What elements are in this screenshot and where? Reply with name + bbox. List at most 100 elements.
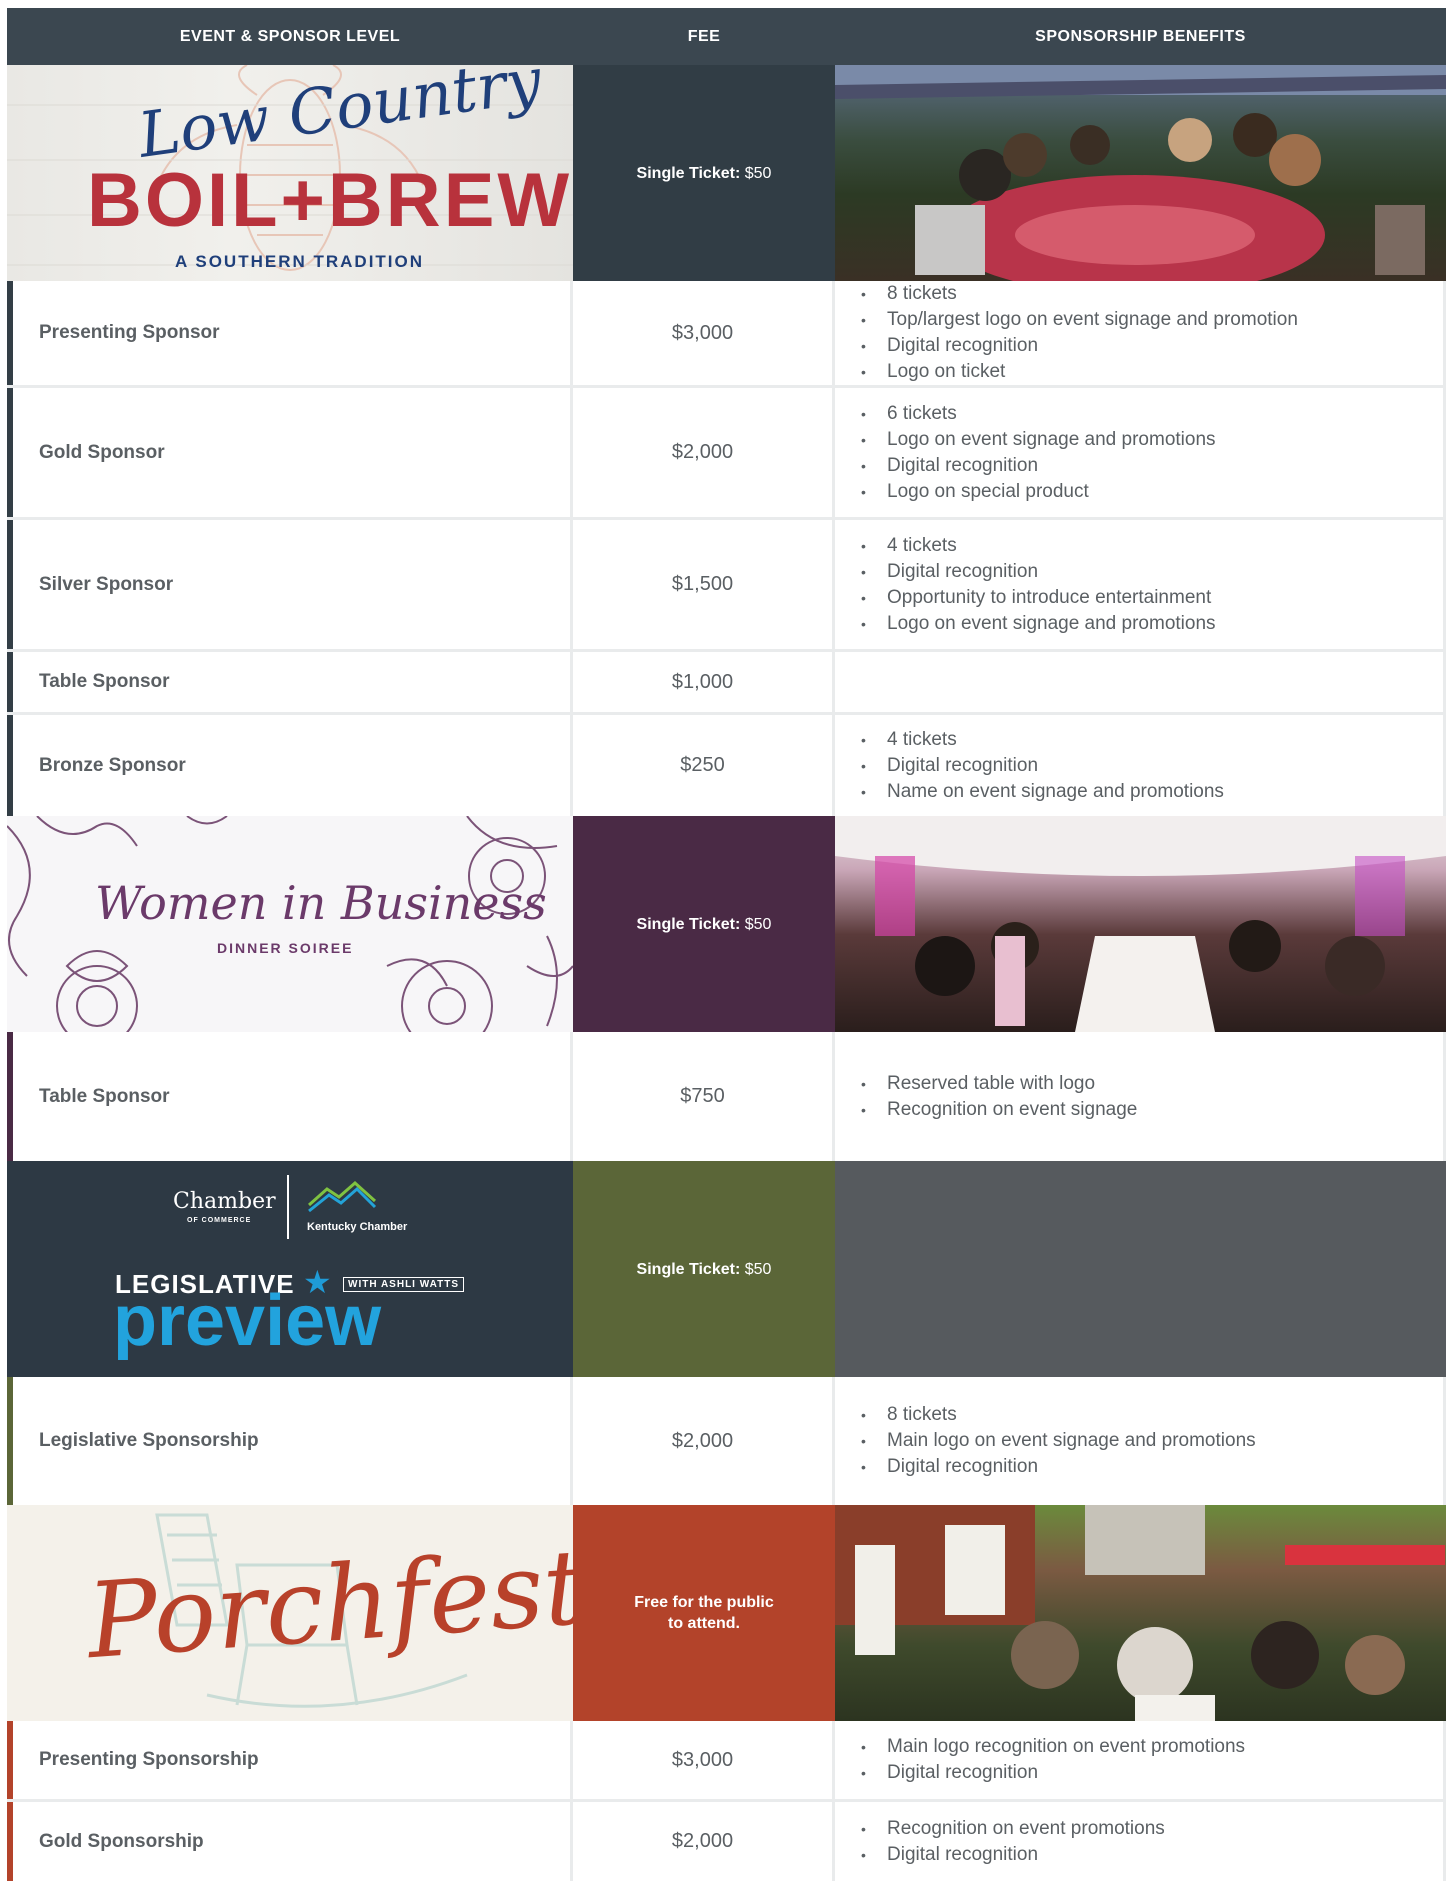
fee-value: $50 — [744, 1260, 772, 1278]
header-event-level: EVENT & SPONSOR LEVEL — [179, 27, 401, 45]
sponsor-fee: $1,500 — [573, 520, 835, 649]
women-in-business-fee: Single Ticket: $50 — [573, 816, 835, 1032]
header-fee: FEE — [687, 27, 721, 45]
sponsor-fee: $2,000 — [573, 1802, 835, 1881]
sponsor-benefits: 8 tickets Top/largest logo on event sign… — [835, 281, 1446, 385]
table-row: Legislative Sponsorship $2,000 8 tickets… — [7, 1377, 1446, 1505]
sponsor-level: Bronze Sponsor — [7, 715, 573, 816]
table-row: Gold Sponsorship $2,000 Recognition on e… — [7, 1802, 1446, 1881]
chamber-logo-subtitle: OF COMMERCE — [187, 1217, 252, 1224]
benefit-item: Logo on ticket — [857, 359, 1298, 385]
benefit-item: Digital recognition — [857, 559, 1216, 585]
table-header: EVENT & SPONSOR LEVEL FEE SPONSORSHIP BE… — [7, 8, 1446, 65]
benefit-item: 6 tickets — [857, 401, 1216, 427]
boil-brew-title: BOIL+BREW — [87, 158, 573, 243]
header-benefits: SPONSORSHIP BENEFITS — [1035, 27, 1246, 45]
boil-brew-fee: Single Ticket: $50 — [573, 65, 835, 281]
sponsorship-table: EVENT & SPONSOR LEVEL FEE SPONSORSHIP BE… — [7, 8, 1446, 1881]
sponsor-fee: $2,000 — [573, 1377, 835, 1505]
kentucky-chamber-icon — [308, 1180, 377, 1213]
fee-value: $50 — [744, 915, 772, 933]
benefit-item: Reserved table with logo — [857, 1071, 1137, 1097]
benefit-item: Main logo on event signage and promotion… — [857, 1428, 1256, 1454]
preview-title: preview — [113, 1281, 382, 1361]
benefit-item: Digital recognition — [857, 753, 1224, 779]
sponsor-fee: $1,000 — [573, 652, 835, 712]
legislative-preview-fee: Single Ticket: $50 — [573, 1161, 835, 1377]
sponsor-fee: $3,000 — [573, 1721, 835, 1799]
legislative-preview-placeholder — [835, 1161, 1446, 1377]
chamber-logo-text: Chamber — [173, 1189, 276, 1214]
event-banner-boil-brew: Low Country BOIL+BREW A SOUTHERN TRADITI… — [7, 65, 1446, 281]
sponsor-fee: $250 — [573, 715, 835, 816]
sponsor-level: Legislative Sponsorship — [7, 1377, 573, 1505]
benefit-item: Top/largest logo on event signage and pr… — [857, 307, 1298, 333]
table-row: Presenting Sponsorship $3,000 Main logo … — [7, 1721, 1446, 1802]
benefit-item: Recognition on event signage — [857, 1097, 1137, 1123]
women-in-business-logo: Women in Business DINNER SOIREE — [7, 816, 573, 1032]
women-in-business-photo — [835, 816, 1446, 1032]
event-banner-porchfest: Porchfest Free for the public to attend. — [7, 1505, 1446, 1721]
sponsor-fee: $3,000 — [573, 281, 835, 385]
fee-label: Single Ticket: — [636, 164, 741, 182]
women-in-business-subtitle: DINNER SOIREE — [217, 940, 354, 956]
benefit-item: 8 tickets — [857, 281, 1298, 307]
fee-label: Single Ticket: — [636, 1260, 741, 1278]
benefit-item: Digital recognition — [857, 333, 1298, 359]
benefit-item: Main logo recognition on event promotion… — [857, 1734, 1245, 1760]
boil-brew-photo — [835, 65, 1446, 281]
legislative-preview-logo: Chamber OF COMMERCE Kentucky Chamber LEG… — [7, 1161, 573, 1377]
benefit-item: 4 tickets — [857, 533, 1216, 559]
boil-brew-subtitle: A SOUTHERN TRADITION — [175, 252, 425, 271]
fee-label: Single Ticket: — [636, 915, 741, 933]
sponsor-level: Presenting Sponsorship — [7, 1721, 573, 1799]
sponsor-fee: $750 — [573, 1032, 835, 1161]
table-row: Silver Sponsor $1,500 4 tickets Digital … — [7, 520, 1446, 652]
sponsor-benefits: 4 tickets Digital recognition Name on ev… — [835, 715, 1446, 816]
fee-text: Free for the public to attend. — [634, 1594, 774, 1632]
sponsor-fee: $2,000 — [573, 388, 835, 517]
sponsor-benefits: Recognition on event promotions Digital … — [835, 1802, 1446, 1881]
porchfest-logo: Porchfest — [7, 1505, 573, 1721]
sponsor-level: Presenting Sponsor — [7, 281, 573, 385]
benefit-item: Logo on special product — [857, 479, 1216, 505]
women-in-business-title: Women in Business — [95, 876, 547, 930]
sponsor-level: Gold Sponsorship — [7, 1802, 573, 1881]
table-row: Table Sponsor $750 Reserved table with l… — [7, 1032, 1446, 1161]
sponsor-benefits — [835, 652, 1446, 712]
event-banner-women-in-business: Women in Business DINNER SOIREE Single T… — [7, 816, 1446, 1032]
porch-photo-shapes — [835, 1505, 1445, 1721]
benefit-item: Digital recognition — [857, 1842, 1165, 1868]
logo-divider — [287, 1175, 289, 1239]
sponsor-benefits: Main logo recognition on event promotion… — [835, 1721, 1446, 1799]
table-row: Table Sponsor $1,000 — [7, 652, 1446, 715]
table-row: Bronze Sponsor $250 4 tickets Digital re… — [7, 715, 1446, 816]
soiree-photo-shapes — [835, 816, 1446, 1032]
sponsor-benefits: 4 tickets Digital recognition Opportunit… — [835, 520, 1446, 649]
benefit-item: Opportunity to introduce entertainment — [857, 585, 1216, 611]
kentucky-chamber-text: Kentucky Chamber — [307, 1221, 408, 1233]
sponsor-benefits: 6 tickets Logo on event signage and prom… — [835, 388, 1446, 517]
event-banner-legislative-preview: Chamber OF COMMERCE Kentucky Chamber LEG… — [7, 1161, 1446, 1377]
sponsor-level: Silver Sponsor — [7, 520, 573, 649]
sponsor-level: Table Sponsor — [7, 1032, 573, 1161]
crowd-photo-shapes — [835, 65, 1446, 281]
porchfest-photo — [835, 1505, 1446, 1721]
benefit-item: Digital recognition — [857, 1760, 1245, 1786]
benefit-item: 8 tickets — [857, 1402, 1256, 1428]
benefit-item: Logo on event signage and promotions — [857, 427, 1216, 453]
fee-value: $50 — [744, 164, 772, 182]
benefit-item: Digital recognition — [857, 1454, 1256, 1480]
benefit-item: Name on event signage and promotions — [857, 779, 1224, 805]
table-row: Gold Sponsor $2,000 6 tickets Logo on ev… — [7, 388, 1446, 520]
sponsor-benefits: Reserved table with logo Recognition on … — [835, 1032, 1446, 1161]
benefit-item: 4 tickets — [857, 727, 1224, 753]
table-row: Presenting Sponsor $3,000 8 tickets Top/… — [7, 281, 1446, 388]
benefit-item: Digital recognition — [857, 453, 1216, 479]
sponsorship-page: EVENT & SPONSOR LEVEL FEE SPONSORSHIP BE… — [0, 0, 1448, 1900]
sponsor-level: Table Sponsor — [7, 652, 573, 712]
benefit-item: Recognition on event promotions — [857, 1816, 1165, 1842]
sponsor-benefits: 8 tickets Main logo on event signage and… — [835, 1377, 1446, 1505]
boil-brew-logo: Low Country BOIL+BREW A SOUTHERN TRADITI… — [7, 65, 573, 281]
porchfest-fee: Free for the public to attend. — [573, 1505, 835, 1721]
